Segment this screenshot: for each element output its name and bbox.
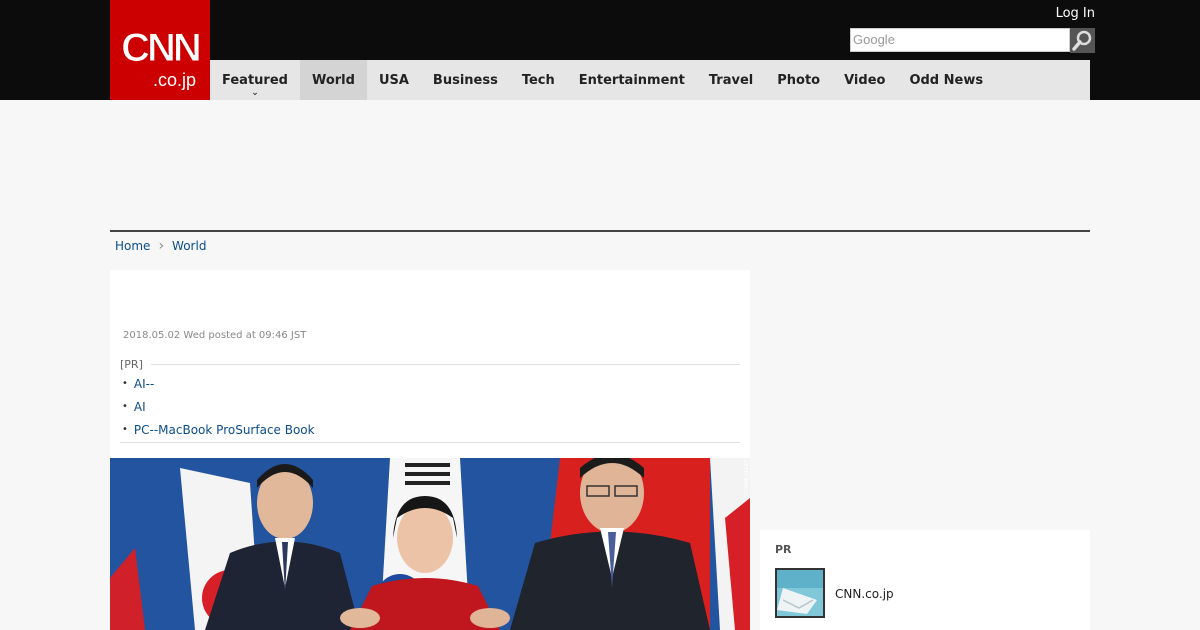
nav-item-label: World	[311, 72, 355, 88]
bullet-icon: •	[122, 401, 128, 412]
article-card: 2018.05.02 Wed posted at 09:46 JST [PR] …	[110, 270, 750, 630]
nav-item-label: Tech	[521, 72, 555, 88]
pr-link-list: • AI-- • AI • PC--MacBook ProSurface Boo…	[122, 372, 315, 441]
nav-item-label: Video	[844, 72, 886, 88]
list-item: • AI--	[122, 372, 315, 395]
nav-item-label: Travel	[708, 72, 754, 88]
search-button[interactable]	[1070, 28, 1095, 53]
leaders-handshake-photo	[110, 458, 750, 630]
nav-item-label: Entertainment	[578, 72, 685, 88]
pr-divider	[150, 364, 740, 365]
nav-item-usa[interactable]: USA	[367, 60, 421, 100]
nav-item-label: Photo	[777, 72, 821, 88]
pr-link[interactable]: PC--MacBook ProSurface Book	[134, 423, 315, 437]
sidebar-pr-box: PR CNN.co.jp	[760, 530, 1090, 630]
breadcrumb-current[interactable]: World	[172, 239, 206, 253]
pr-header: [PR]	[120, 358, 740, 371]
nav-item-photo[interactable]: Photo	[765, 60, 832, 100]
search-input[interactable]: Google	[850, 28, 1070, 52]
nav-item-tech[interactable]: Tech	[510, 60, 567, 100]
logo-subtext: .co.jp	[153, 70, 197, 90]
nav-item-entertainment[interactable]: Entertainment	[567, 60, 697, 100]
nav-item-video[interactable]: Video	[832, 60, 897, 100]
pr-bottom-divider	[120, 442, 740, 443]
nav-item-world[interactable]: World	[299, 60, 367, 100]
nav-item-business[interactable]: Business	[421, 60, 510, 100]
sidebar-thumbnail[interactable]	[775, 568, 825, 618]
pr-link[interactable]: AI	[134, 400, 146, 414]
pr-link[interactable]: AI--	[134, 377, 154, 391]
bullet-icon: •	[122, 378, 128, 389]
sidebar-item-text[interactable]: CNN.co.jp	[835, 587, 894, 601]
breadcrumb: Home › World	[115, 238, 206, 254]
logo-text: CNN	[121, 26, 203, 71]
chevron-right-icon: ›	[158, 238, 165, 254]
nav-item-label: Odd News	[909, 72, 984, 88]
nav-item-travel[interactable]: Travel	[697, 60, 765, 100]
ad-slot	[110, 100, 1090, 230]
pr-label: [PR]	[120, 358, 143, 371]
cnn-logo[interactable]: CNN .co.jp	[110, 0, 210, 100]
login-link[interactable]: Log In	[1056, 6, 1095, 21]
chevron-down-icon: ⌄	[251, 88, 259, 98]
list-item: • AI	[122, 395, 315, 418]
mail-envelope-icon	[777, 570, 823, 616]
nav-item-odd-news[interactable]: Odd News	[897, 60, 995, 100]
main-nav: Featured ⌄ World USA Business Tech Enter…	[210, 60, 1090, 100]
nav-item-featured[interactable]: Featured ⌄	[210, 60, 300, 100]
article-photo: GETTY IMAGES	[110, 458, 750, 630]
search-icon	[1072, 30, 1092, 51]
posted-timestamp: 2018.05.02 Wed posted at 09:46 JST	[123, 330, 307, 341]
list-item: • PC--MacBook ProSurface Book	[122, 418, 315, 441]
nav-item-label: USA	[378, 72, 409, 88]
breadcrumb-home[interactable]: Home	[115, 239, 150, 253]
photo-credit: GETTY IMAGES	[742, 460, 748, 498]
nav-item-label: Featured	[222, 72, 288, 88]
nav-item-label: Business	[432, 72, 498, 88]
bullet-icon: •	[122, 424, 128, 435]
sidebar-pr-title: PR	[775, 543, 792, 556]
section-divider	[110, 230, 1090, 232]
